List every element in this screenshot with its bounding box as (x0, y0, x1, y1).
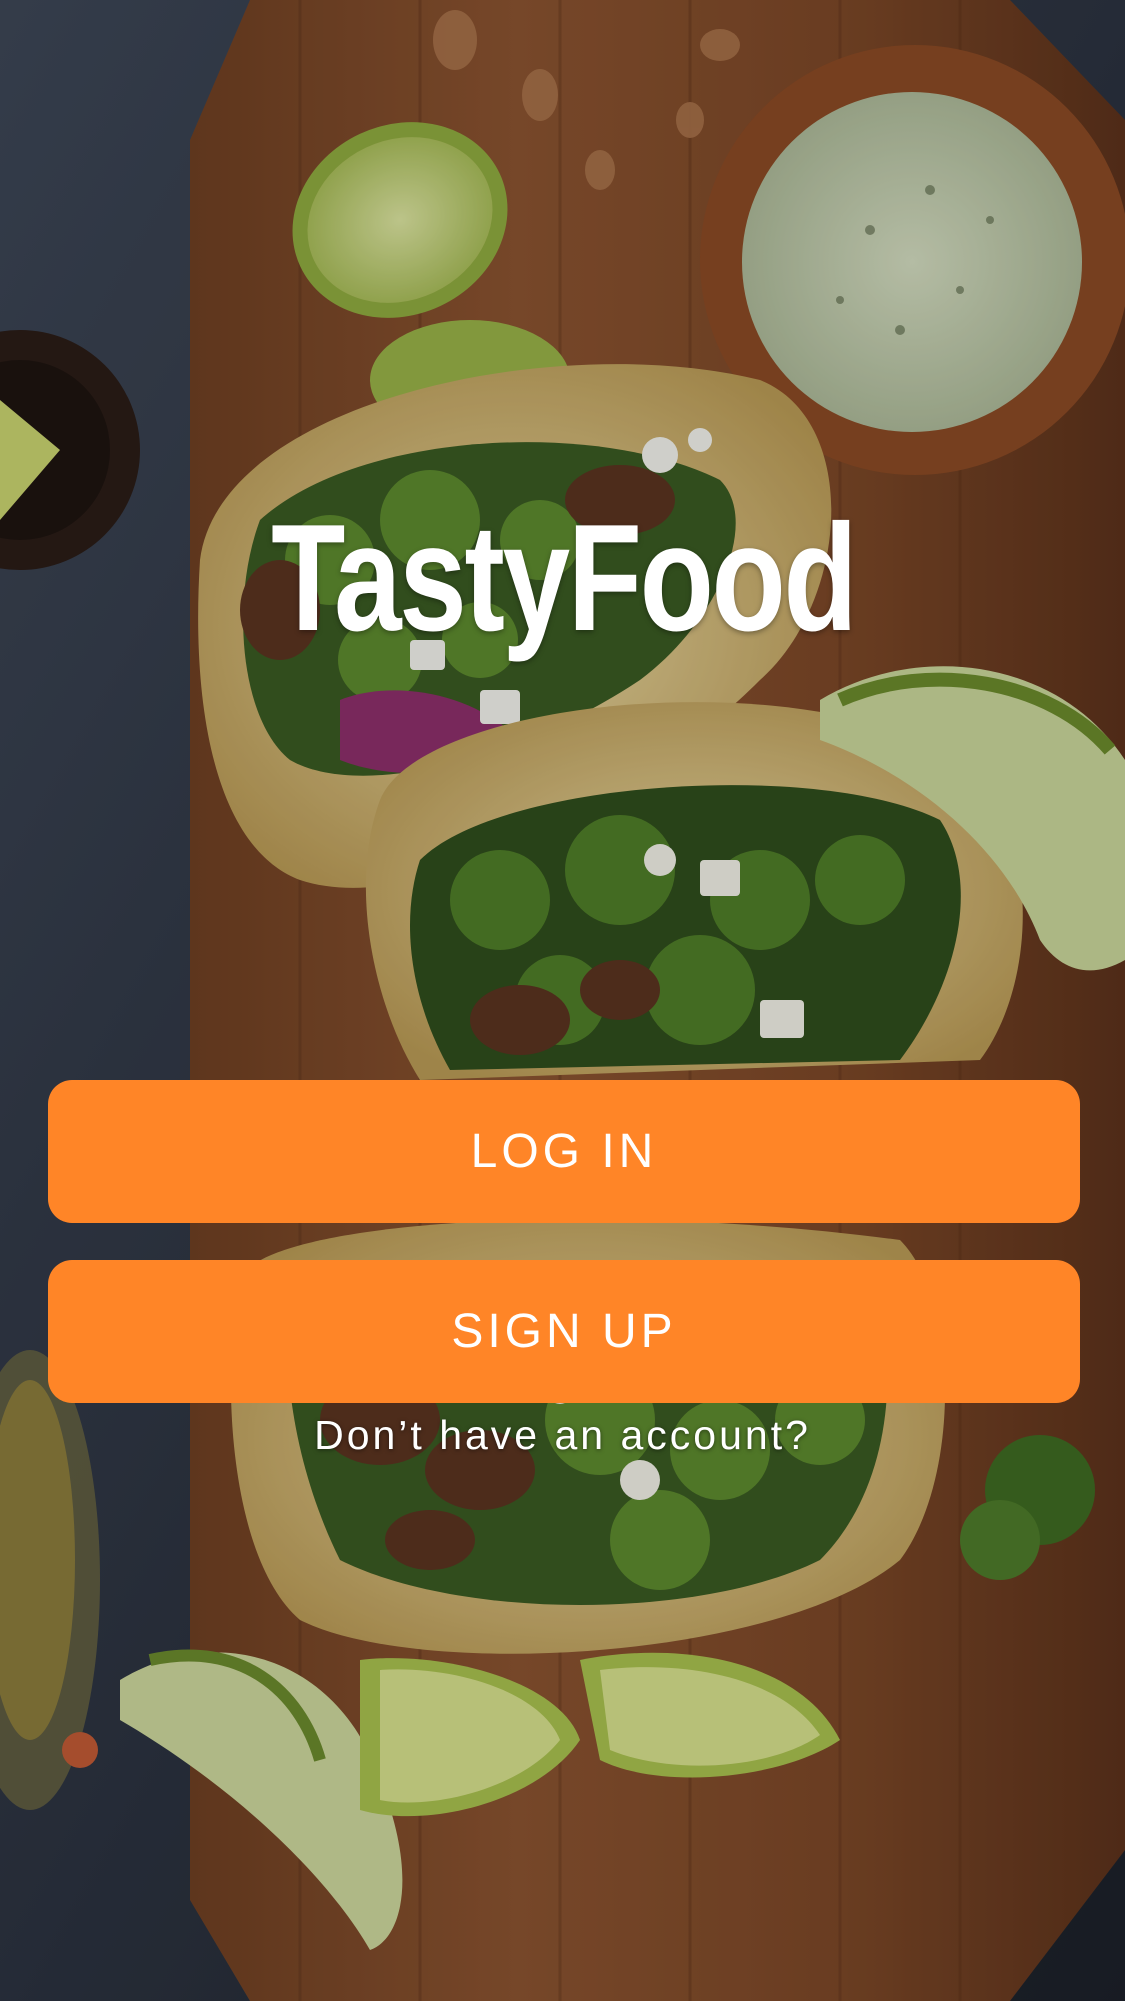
signup-button[interactable]: SIGN UP (48, 1260, 1080, 1403)
welcome-screen: TastyFood LOG IN SIGN UP Don’t have an a… (0, 0, 1125, 2001)
login-button[interactable]: LOG IN (48, 1080, 1080, 1223)
app-title: TastyFood (271, 493, 858, 663)
no-account-link[interactable]: Don’t have an account? (0, 1412, 1125, 1459)
image-overlay (0, 0, 1125, 2001)
